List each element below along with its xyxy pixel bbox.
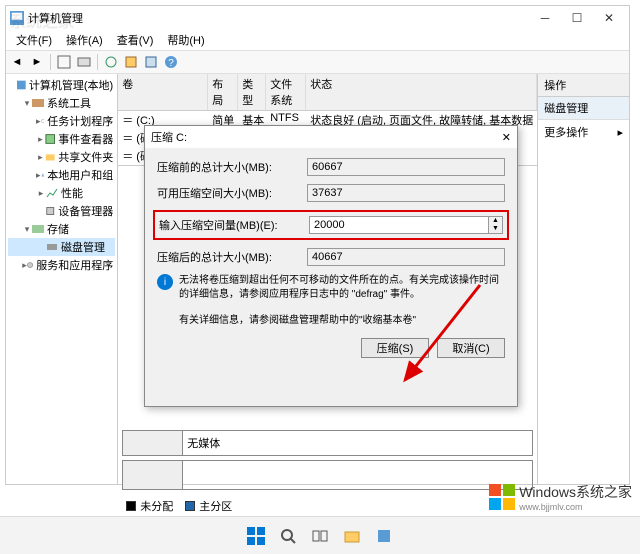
input-avail-size <box>307 184 505 202</box>
explorer-icon[interactable] <box>338 522 366 550</box>
label-shrink-amount: 输入压缩空间量(MB)(E): <box>159 217 309 233</box>
tree-storage[interactable]: ▾存储 <box>8 220 115 238</box>
dialog-close-button[interactable]: ✕ <box>502 131 511 144</box>
chevron-right-icon: ▸ <box>617 126 623 139</box>
info-text-1: 无法将卷压缩到超出任何不可移动的文件所在的点。有关完成该操作时间的详细信息，请参… <box>179 274 505 302</box>
actions-header: 操作 <box>538 74 629 97</box>
menu-file[interactable]: 文件(F) <box>10 30 58 50</box>
tool-btn-1[interactable] <box>55 53 73 71</box>
taskbar <box>0 516 640 554</box>
menu-view[interactable]: 查看(V) <box>111 30 160 50</box>
input-after-size <box>307 248 505 266</box>
disk-block[interactable]: 无媒体 <box>122 430 533 456</box>
tree-panel: 计算机管理(本地) ▾系统工具 ▸任务计划程序 ▸事件查看器 ▸共享文件夹 ▸本… <box>6 74 118 484</box>
disk-block[interactable] <box>122 460 533 490</box>
dialog-titlebar: 压缩 C: ✕ <box>145 126 517 148</box>
spinner-up[interactable]: ▲ <box>489 217 502 225</box>
highlight-row: 输入压缩空间量(MB)(E): ▲ ▼ <box>153 210 509 240</box>
col-status[interactable]: 状态 <box>306 74 537 110</box>
close-button[interactable]: ✕ <box>593 7 625 29</box>
label-after-size: 压缩后的总计大小(MB): <box>157 249 307 265</box>
titlebar: 计算机管理 ─ ☐ ✕ <box>6 6 629 30</box>
legend: 未分配 主分区 <box>122 494 533 518</box>
tree-services[interactable]: ▸服务和应用程序 <box>8 256 115 274</box>
tree-performance[interactable]: ▸性能 <box>8 184 115 202</box>
dialog-title-text: 压缩 C: <box>151 129 187 145</box>
label-avail-size: 可用压缩空间大小(MB): <box>157 185 307 201</box>
input-before-size <box>307 158 505 176</box>
menu-action[interactable]: 操作(A) <box>60 30 109 50</box>
tree-disk-management[interactable]: 磁盘管理 <box>8 238 115 256</box>
actions-panel: 操作 磁盘管理 更多操作▸ <box>538 74 629 484</box>
menubar: 文件(F) 操作(A) 查看(V) 帮助(H) <box>6 30 629 50</box>
minimize-button[interactable]: ─ <box>529 7 561 29</box>
shrink-button[interactable]: 压缩(S) <box>361 338 429 358</box>
tool-btn-2[interactable] <box>75 53 93 71</box>
label-before-size: 压缩前的总计大小(MB): <box>157 159 307 175</box>
app-icon <box>10 11 24 25</box>
help-button[interactable]: ? <box>162 53 180 71</box>
refresh-button[interactable] <box>102 53 120 71</box>
search-icon[interactable] <box>274 522 302 550</box>
spinner-down[interactable]: ▼ <box>489 225 502 233</box>
info-icon: i <box>157 274 173 290</box>
col-filesystem[interactable]: 文件系统 <box>266 74 306 110</box>
back-button[interactable]: ◄ <box>8 53 26 71</box>
menu-help[interactable]: 帮助(H) <box>161 30 210 50</box>
window-title: 计算机管理 <box>28 10 529 26</box>
info-text-2: 有关详细信息，请参阅磁盘管理帮助中的"收缩基本卷" <box>179 314 505 328</box>
tree-system-tools[interactable]: ▾系统工具 <box>8 94 115 112</box>
forward-button[interactable]: ► <box>28 53 46 71</box>
maximize-button[interactable]: ☐ <box>561 7 593 29</box>
tree-root[interactable]: 计算机管理(本地) <box>8 76 115 94</box>
disk-graphic-area: 无媒体 未分配 主分区 <box>118 426 537 522</box>
col-layout[interactable]: 布局 <box>208 74 238 110</box>
pinned-app-icon[interactable] <box>370 522 398 550</box>
cancel-button[interactable]: 取消(C) <box>437 338 505 358</box>
toolbar: ◄ ► ? <box>6 50 629 74</box>
tool-btn-5[interactable] <box>142 53 160 71</box>
shrink-dialog: 压缩 C: ✕ 压缩前的总计大小(MB): 可用压缩空间大小(MB): 输入压缩… <box>144 125 518 407</box>
svg-text:?: ? <box>168 58 174 69</box>
disk-table-header: 卷 布局 类型 文件系统 状态 <box>118 74 537 111</box>
tree-event-viewer[interactable]: ▸事件查看器 <box>8 130 115 148</box>
task-view-icon[interactable] <box>306 522 334 550</box>
col-volume[interactable]: 卷 <box>118 74 208 110</box>
tree-local-users[interactable]: ▸本地用户和组 <box>8 166 115 184</box>
tree-device-manager[interactable]: 设备管理器 <box>8 202 115 220</box>
actions-group-disk: 磁盘管理 <box>538 97 629 120</box>
start-button[interactable] <box>242 522 270 550</box>
tree-shared-folders[interactable]: ▸共享文件夹 <box>8 148 115 166</box>
tool-btn-4[interactable] <box>122 53 140 71</box>
col-type[interactable]: 类型 <box>238 74 266 110</box>
actions-more[interactable]: 更多操作▸ <box>538 120 629 144</box>
input-shrink-amount[interactable] <box>309 216 489 234</box>
tree-task-scheduler[interactable]: ▸任务计划程序 <box>8 112 115 130</box>
